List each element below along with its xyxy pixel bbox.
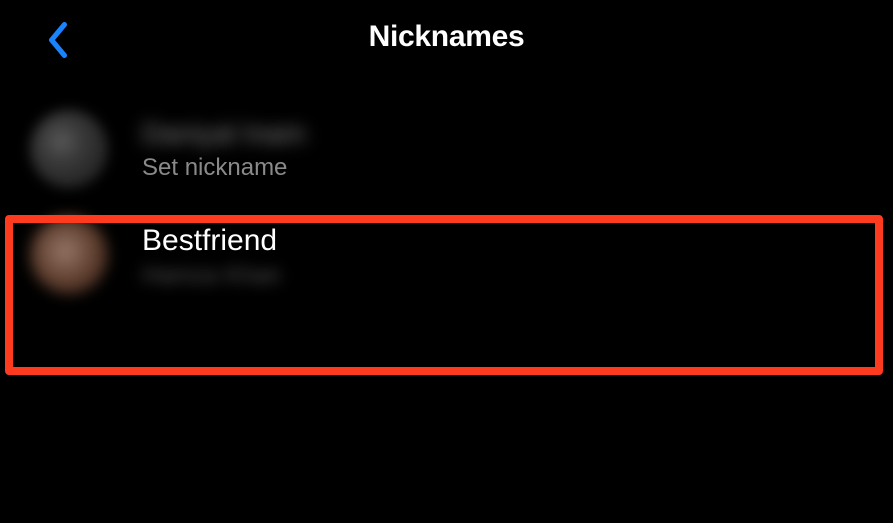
contact-row[interactable]: Daniyal Inam Set nickname	[0, 96, 893, 202]
page-title: Nicknames	[369, 20, 525, 54]
contact-nickname: Bestfriend	[142, 221, 281, 260]
avatar	[30, 216, 108, 294]
contact-subtitle: Set nickname	[142, 154, 305, 182]
contact-row[interactable]: Bestfriend Hamza Khan	[0, 202, 893, 308]
contact-content: Bestfriend Hamza Khan	[142, 221, 281, 290]
avatar	[30, 110, 108, 188]
back-button[interactable]	[42, 22, 74, 58]
contacts-list: Daniyal Inam Set nickname Bestfriend Ham…	[0, 96, 893, 308]
chevron-left-icon	[47, 22, 69, 58]
contact-realname: Hamza Khan	[142, 262, 281, 290]
header: Nicknames	[0, 0, 893, 74]
contact-name: Daniyal Inam	[142, 116, 305, 152]
contact-content: Daniyal Inam Set nickname	[142, 116, 305, 182]
